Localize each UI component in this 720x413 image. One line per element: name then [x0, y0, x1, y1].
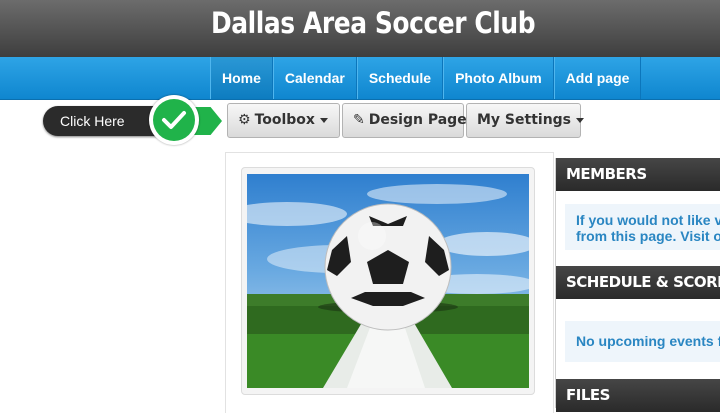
- nav-item-photo-album[interactable]: Photo Album: [443, 57, 554, 99]
- members-heading: MEMBERS: [556, 158, 720, 191]
- nav-item-home[interactable]: Home: [210, 57, 273, 99]
- members-text-line-1: If you would not like v: [576, 212, 720, 228]
- my-settings-button[interactable]: My Settings: [466, 103, 585, 138]
- nav-item-calendar[interactable]: Calendar: [272, 57, 357, 99]
- files-heading: FILES: [556, 379, 720, 412]
- chevron-down-icon: [319, 117, 328, 123]
- main-nav: Home Calendar Schedule Photo Album Add p…: [0, 57, 720, 100]
- members-message: If you would not like v from this page. …: [565, 204, 720, 250]
- gear-icon: ⚙: [238, 112, 251, 128]
- soccer-ball-image: [247, 184, 529, 388]
- chevron-down-icon: [576, 117, 585, 123]
- soccer-ball-photo: [247, 174, 529, 388]
- check-icon: [162, 111, 186, 129]
- edit-icon: ✎: [353, 112, 365, 128]
- design-page-button[interactable]: ✎ Design Page: [342, 103, 467, 138]
- nav-item-add-page[interactable]: Add page: [553, 57, 642, 99]
- site-header: Dallas Area Soccer Club: [0, 0, 720, 57]
- schedule-scores-heading: SCHEDULE & SCORES: [556, 266, 720, 299]
- my-settings-label: My Settings: [477, 112, 572, 128]
- nav-item-schedule[interactable]: Schedule: [356, 57, 444, 99]
- toolbox-label: Toolbox: [254, 112, 315, 128]
- toolbox-button[interactable]: ⚙ Toolbox: [227, 103, 340, 138]
- check-badge[interactable]: [149, 95, 199, 145]
- site-title: Dallas Area Soccer Club: [211, 6, 536, 40]
- members-text-line-2: from this page. Visit o: [576, 228, 720, 244]
- schedule-message: No upcoming events f: [565, 321, 720, 362]
- design-page-label: Design Page: [368, 112, 467, 128]
